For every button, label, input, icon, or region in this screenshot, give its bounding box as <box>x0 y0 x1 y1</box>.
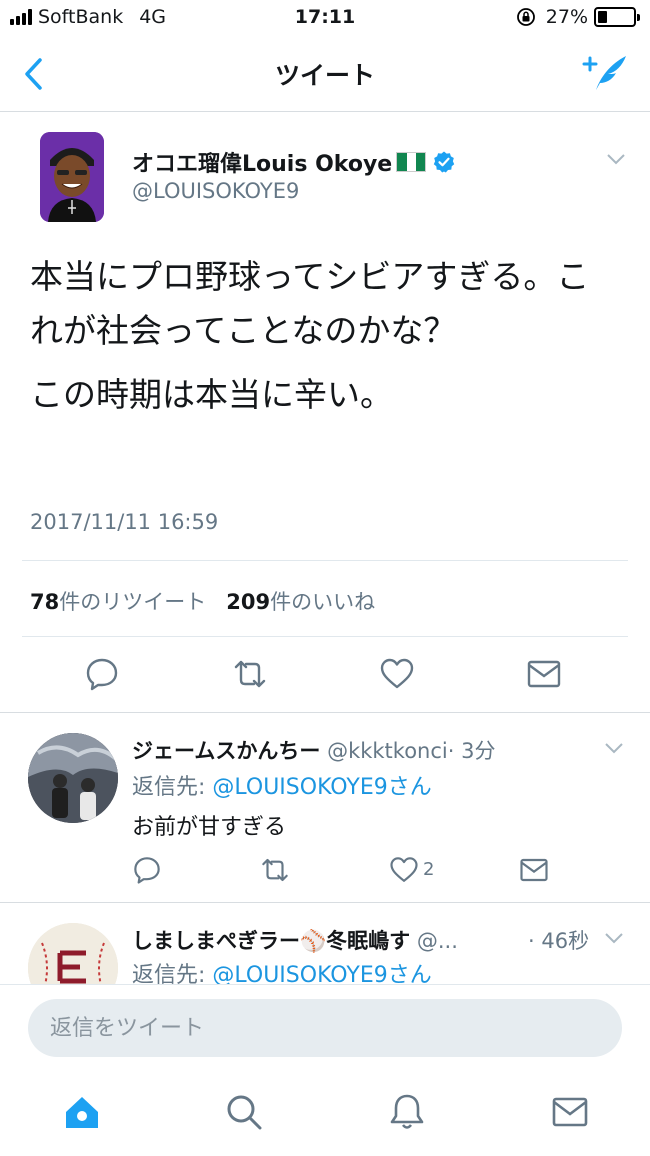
direct-message-icon[interactable] <box>526 656 562 692</box>
retweet-count: 78 <box>30 590 60 614</box>
tweet-timestamp: 2017/11/11 16:59 <box>30 510 219 534</box>
reply-to-line: 返信先: @LOUISOKOYE9さん <box>132 957 432 984</box>
tweet-actions <box>0 652 650 696</box>
reply-avatar[interactable] <box>28 733 118 823</box>
battery-percent: 27% <box>545 6 588 28</box>
tweet-stats: 78件のリツイート 209件のいいね <box>30 586 375 616</box>
reply-tweet[interactable]: ジェームスかんちー @kkktkonci· 3分 返信先: @LOUISOKOY… <box>0 713 650 901</box>
chevron-down-icon[interactable] <box>606 152 626 166</box>
reply-icon[interactable] <box>132 855 162 885</box>
reply-header: ジェームスかんちー @kkktkonci· 3分 <box>132 735 495 765</box>
direct-message-icon[interactable] <box>519 855 549 885</box>
retweet-stat[interactable]: 78件のリツイート <box>30 590 206 614</box>
reply-author-name[interactable]: ジェームスかんちー <box>132 739 320 763</box>
reply-to-mention[interactable]: @LOUISOKOYE9さん <box>212 775 431 800</box>
reply-tweet[interactable]: しましまぺぎラー⚾冬眠嶋す @... · 46秒 返信先: @LOUISOKOY… <box>0 903 650 984</box>
notifications-icon[interactable] <box>387 1092 427 1132</box>
author-handle[interactable]: @LOUISOKOYE9 <box>132 179 299 203</box>
reply-text: お前が甘すぎる <box>132 815 287 840</box>
tab-bar <box>0 1076 650 1156</box>
messages-icon[interactable] <box>550 1092 590 1132</box>
tweet-text-paragraph: 本当にプロ野球ってシビアすぎる。これが社会ってことなのかな？ <box>30 257 590 350</box>
reply-to-mention[interactable]: @LOUISOKOYE9さん <box>212 963 431 984</box>
home-icon[interactable] <box>62 1092 102 1132</box>
author-avatar[interactable] <box>40 132 104 222</box>
chevron-down-icon[interactable] <box>604 741 624 755</box>
heart-icon[interactable] <box>379 656 415 692</box>
heart-icon[interactable] <box>389 855 419 885</box>
battery-icon <box>594 7 640 27</box>
battery-level <box>598 11 608 23</box>
author-name[interactable]: オコエ瑠偉Louis Okoye <box>132 146 456 178</box>
like-stat[interactable]: 209件のいいね <box>226 590 375 614</box>
reply-avatar[interactable] <box>28 923 118 984</box>
tweet-body: 本当にプロ野球ってシビアすぎる。これが社会ってことなのかな？ この時期は本当に辛… <box>30 250 620 432</box>
chevron-down-icon[interactable] <box>604 931 624 945</box>
retweet-label: 件のリツイート <box>59 590 207 614</box>
main-tweet: オコエ瑠偉Louis Okoye @LOUISOKOYE9 本当にプロ野球ってシ… <box>0 112 650 712</box>
reply-to-prefix: 返信先: <box>132 963 213 984</box>
reply-actions: 2 <box>0 855 650 891</box>
navigation-bar: ツイート <box>0 36 650 112</box>
orientation-lock-icon <box>516 8 535 26</box>
reply-to-prefix: 返信先: <box>132 775 213 800</box>
nigeria-flag-icon <box>396 152 427 172</box>
retweet-icon[interactable] <box>260 855 290 885</box>
author-display-name[interactable]: オコエ瑠偉Louis Okoye <box>132 146 392 178</box>
like-label: 件のいいね <box>270 590 376 614</box>
divider <box>22 636 628 637</box>
baseball-avatar <box>28 923 118 984</box>
tweet-text-paragraph: この時期は本当に辛い。 <box>30 375 393 414</box>
reply-time: · 46秒 <box>528 929 590 953</box>
reply-author-name[interactable]: しましまぺぎラー⚾冬眠嶋す <box>132 929 410 953</box>
reply-author-handle[interactable]: @... <box>417 929 458 953</box>
like-count: 209 <box>226 590 271 614</box>
avatar-illustration <box>40 132 104 222</box>
retweet-icon[interactable] <box>232 656 268 692</box>
compose-tweet-icon[interactable] <box>582 52 628 94</box>
reply-icon[interactable] <box>84 656 120 692</box>
reply-time: · 3分 <box>447 739 496 763</box>
reply-author-handle[interactable]: @kkktkonci <box>327 739 448 763</box>
status-bar-right: 27% <box>516 6 640 28</box>
divider <box>22 560 628 561</box>
reply-like-count: 2 <box>423 859 435 880</box>
reply-composer <box>0 984 650 1076</box>
reply-to-line: 返信先: @LOUISOKOYE9さん <box>132 769 432 801</box>
verified-badge-icon <box>434 151 455 173</box>
search-icon[interactable] <box>224 1092 264 1132</box>
page-title: ツイート <box>274 61 375 90</box>
status-bar: SoftBank 4G 17:11 27% <box>0 0 650 36</box>
reply-avatar-photo <box>28 733 118 823</box>
reply-input[interactable] <box>28 999 622 1057</box>
